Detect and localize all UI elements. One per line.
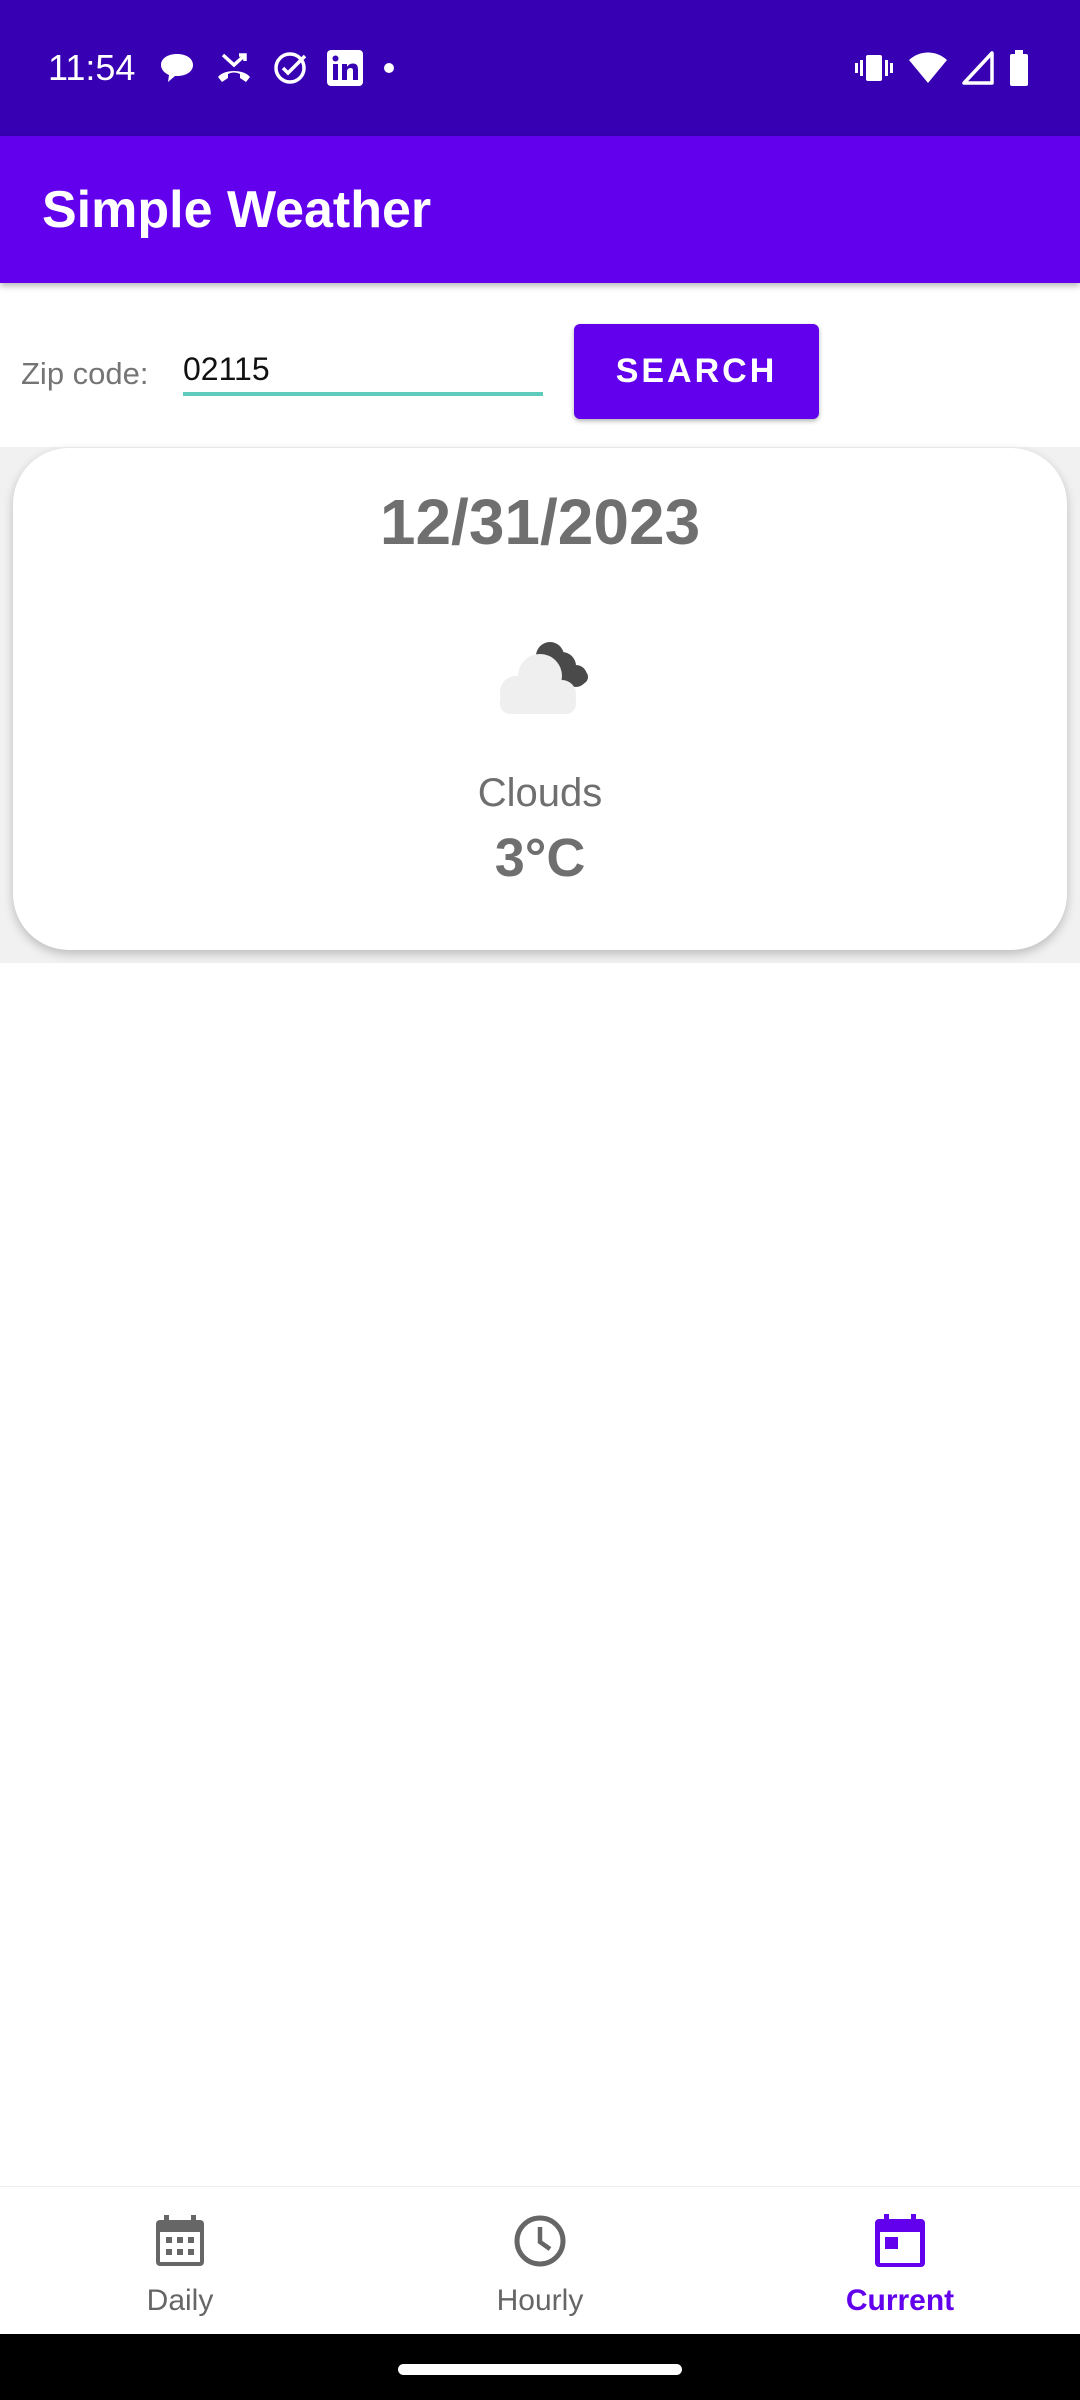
weather-temperature: 3°C	[494, 828, 586, 888]
clouds-icon	[500, 642, 588, 714]
nav-label-hourly: Hourly	[496, 2284, 584, 2317]
calendar-grid-icon	[156, 2215, 204, 2266]
nav-item-hourly[interactable]: Hourly	[360, 2187, 720, 2335]
check-circle-icon	[272, 50, 308, 86]
zip-code-label: Zip code:	[21, 356, 149, 391]
nav-item-current[interactable]: Current	[720, 2187, 1080, 2335]
weather-card: 12/31/2023 Clouds 3°C	[13, 448, 1067, 950]
missed-call-icon	[214, 51, 254, 85]
vibrate-icon	[854, 50, 894, 86]
weather-date: 12/31/2023	[379, 486, 701, 558]
nav-label-daily: Daily	[146, 2284, 214, 2317]
linkedin-icon	[326, 49, 364, 87]
nav-item-daily[interactable]: Daily	[0, 2187, 360, 2335]
weather-description: Clouds	[477, 771, 603, 815]
search-button[interactable]: SEARCH	[574, 324, 819, 419]
clock-icon	[514, 2215, 566, 2267]
bottom-nav: Daily Hourly Current	[0, 2186, 1080, 2335]
status-time: 11:54	[48, 47, 136, 88]
home-gesture-handle[interactable]	[398, 2364, 682, 2375]
chat-bubble-icon	[158, 51, 196, 85]
status-bar: 11:54	[0, 0, 1080, 136]
system-icons	[854, 48, 1030, 88]
gesture-navigation-bar	[0, 2334, 1080, 2400]
notification-icons	[158, 48, 396, 88]
calendar-today-icon	[875, 2214, 925, 2267]
cell-signal-icon	[962, 51, 994, 85]
battery-icon	[1008, 49, 1030, 87]
app-bar: Simple Weather	[0, 136, 1080, 283]
app-title: Simple Weather	[42, 181, 432, 239]
dot-icon	[382, 61, 396, 75]
nav-label-current: Current	[845, 2284, 955, 2317]
wifi-icon	[908, 51, 948, 85]
zip-code-input[interactable]	[183, 346, 543, 396]
